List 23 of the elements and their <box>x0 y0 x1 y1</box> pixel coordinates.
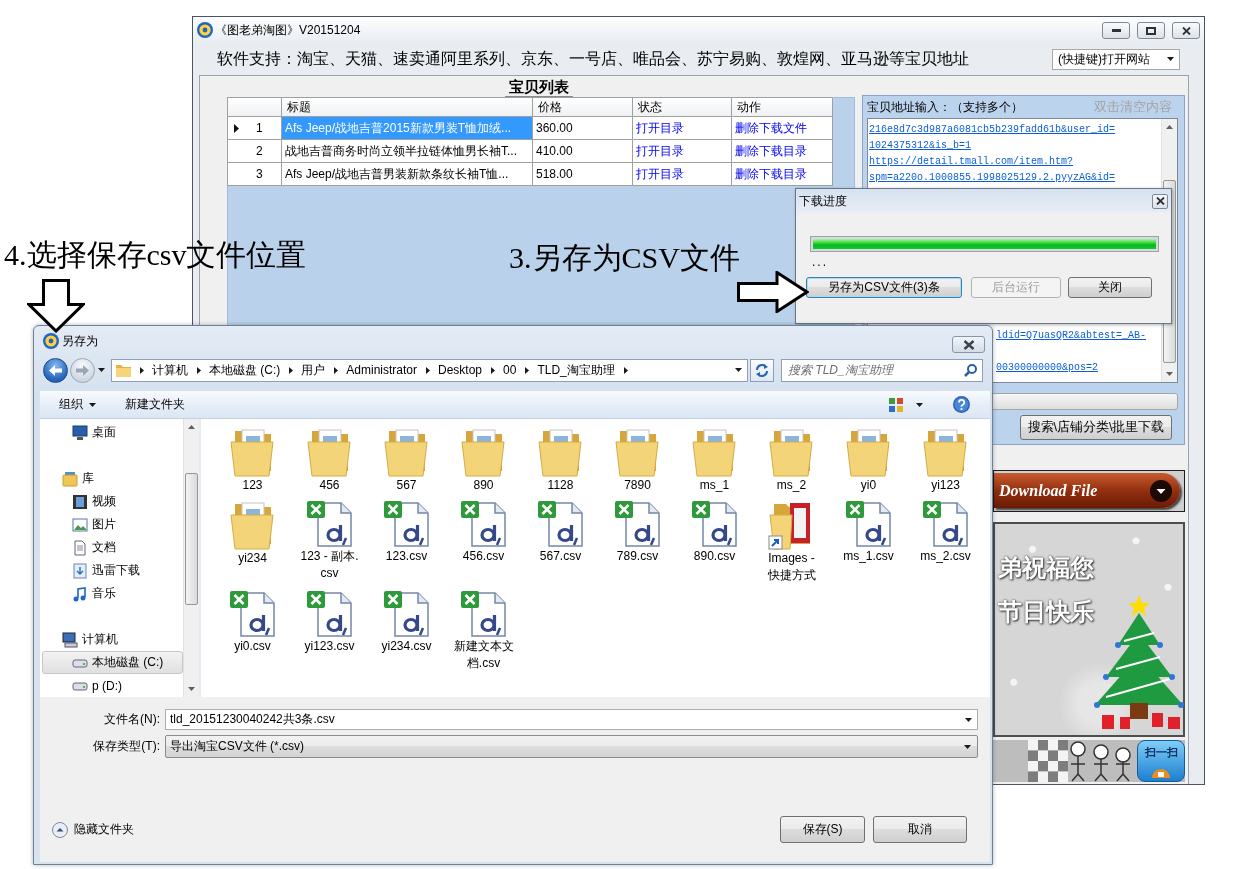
field-label: 宝贝地址输入：（支持多个） <box>867 98 1023 116</box>
annotation-text: 3.另存为CSV文件 <box>509 240 740 276</box>
dialog-title: 下载进度 <box>799 192 847 210</box>
column-header: 标题 <box>282 98 533 117</box>
window-title: 《图老弟淘图》V20151204 <box>215 21 362 39</box>
clear-hint: 双击清空内容 <box>1094 98 1172 116</box>
row-number: 3 <box>255 167 264 181</box>
column-header: 价格 <box>533 98 633 117</box>
row-number: 2 <box>255 144 264 158</box>
banner-text: 弟祝福您 <box>998 554 1094 582</box>
field-label: 文件名(N): <box>103 711 161 728</box>
group-title: 宝贝列表 <box>504 78 573 97</box>
row-number: 1 <box>255 121 264 135</box>
support-text: 软件支持：淘宝、天猫、速卖通阿里系列、京东、一号店、唯品会、苏宁易购、敦煌网、亚马逊等宝贝地址 <box>217 48 969 69</box>
table-cell: 518.00 <box>533 163 633 186</box>
column-header: 动作 <box>732 98 833 117</box>
dialog-title: 另存为 <box>62 332 99 350</box>
status-text: ... <box>812 255 828 269</box>
banner-text: 节日快乐 <box>998 598 1094 626</box>
field-label: 保存类型(T): <box>92 738 161 755</box>
table-cell: 410.00 <box>533 140 633 163</box>
column-header: 状态 <box>633 98 732 117</box>
table-cell: 360.00 <box>533 117 633 140</box>
